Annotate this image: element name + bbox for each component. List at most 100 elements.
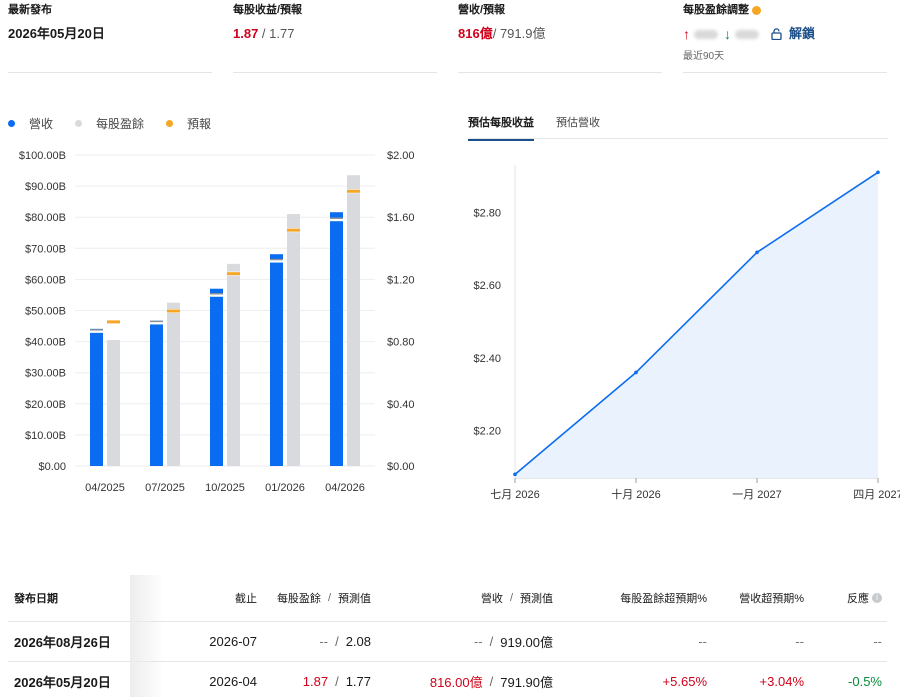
row-date: 2026年05月20日 xyxy=(14,675,111,690)
row-eps-actual: -- xyxy=(319,634,329,649)
y-tick-label-left: $40.00B xyxy=(25,337,66,349)
row-revenue-forecast: 919.00億 xyxy=(500,635,553,650)
row-revenue-actual: -- xyxy=(473,634,483,649)
tab-eps-forecast[interactable]: 預估每股收益 xyxy=(468,114,534,141)
unlock-button[interactable]: 解鎖 xyxy=(771,26,815,42)
revenue-forecast-marker xyxy=(210,293,223,295)
header-eps-surprise[interactable]: 每股盈餘超預期% xyxy=(620,575,707,621)
y-tick-label-right: $1.20 xyxy=(387,274,415,286)
arrow-down-icon: ↓ xyxy=(724,26,731,42)
x-tick-label: 十月 2026 xyxy=(611,487,661,501)
bar-chart-legend: 營收 每股盈餘 預報 xyxy=(8,115,233,132)
row-eps-actual: 1.87 xyxy=(302,674,329,689)
revenue-bar xyxy=(270,254,283,466)
row-end: 2026-07 xyxy=(209,634,257,649)
eps-forecast-marker xyxy=(227,272,240,276)
y-tick-label-right: $0.80 xyxy=(387,337,415,349)
header-revenue-surprise[interactable]: 營收超預期% xyxy=(739,575,804,621)
legend-item-eps[interactable]: 每股盈餘 xyxy=(75,115,144,132)
eps-revision-label: 每股盈餘調整 xyxy=(683,4,749,16)
row-reaction: -- xyxy=(873,634,882,649)
revenue-forecast-marker xyxy=(330,217,343,219)
revenue-stat: 營收/預報 816億 / 791.9億 xyxy=(458,3,662,73)
revenue-forecast-gap xyxy=(150,321,163,325)
revenue-forecast: 791.9億 xyxy=(499,26,546,41)
forecast-swatch xyxy=(166,120,174,127)
header-revenue-forecast-label: 預測值 xyxy=(520,593,553,605)
lock-icon xyxy=(771,28,782,40)
header-reaction[interactable]: 反應 i xyxy=(847,575,882,621)
eps-bar xyxy=(167,302,180,466)
eps-separator: / xyxy=(258,26,270,41)
eps-forecast-marker xyxy=(287,228,300,232)
revenue-forecast-gap xyxy=(90,330,103,333)
y-tick-label-left: $100.00B xyxy=(19,150,66,162)
y-tick-label-right: $2.00 xyxy=(387,150,415,162)
legend-revenue-label: 營收 xyxy=(29,117,54,131)
info-icon[interactable]: i xyxy=(872,593,882,603)
revenue-actual: 816億 xyxy=(458,26,493,41)
y-tick-label-left: $50.00B xyxy=(25,306,66,318)
eps-forecast-marker xyxy=(347,189,360,193)
row-end: 2026-04 xyxy=(209,674,257,689)
eps-forecast-point xyxy=(755,250,759,255)
legend-forecast-label: 預報 xyxy=(187,117,212,131)
eps-actual: 1.87 xyxy=(233,26,259,41)
x-tick-label: 04/2025 xyxy=(85,482,125,494)
row-revenue: --/919.00億 xyxy=(473,634,553,650)
row-eps-surprise: +5.65% xyxy=(662,674,707,689)
y-tick-label-right: $1.60 xyxy=(387,212,415,224)
revenue-forecast-marker xyxy=(270,258,283,261)
revision-period: 最近90天 xyxy=(683,51,725,62)
revenue-forecast-marker xyxy=(90,329,103,331)
header-eps[interactable]: 每股盈餘 / 預測值 xyxy=(277,575,371,621)
x-tick-label: 七月 2026 xyxy=(490,488,540,501)
eps-forecast-area-chart: $2.80 $2.60 $2.40 $2.20 七月 2026 十月 2026 一月 202… xyxy=(473,165,900,501)
revenue-bar xyxy=(210,288,223,466)
eps-revision-stat: 每股盈餘調整 ↑ ↓ 解鎖 最近90天 xyxy=(683,3,887,73)
x-tick-label: 一月 2027 xyxy=(732,489,782,501)
header-revenue[interactable]: 營收 / 預測值 xyxy=(481,575,553,621)
legend-item-revenue[interactable]: 營收 xyxy=(8,115,53,132)
y-tick-label: $2.20 xyxy=(473,426,501,438)
eps-forecast: 1.77 xyxy=(269,26,295,41)
y-tick-label: $2.80 xyxy=(473,207,501,219)
latest-release-label: 最新發布 xyxy=(8,4,52,16)
legend-eps-label: 每股盈餘 xyxy=(96,117,145,131)
revenue-forecast-gap xyxy=(270,260,283,263)
x-tick-label: 四月 2027 xyxy=(853,489,900,501)
row-eps: --/2.08 xyxy=(319,634,371,649)
eps-stat: 每股收益/預報 1.87 / 1.77 xyxy=(233,3,437,73)
header-end[interactable]: 截止 xyxy=(235,575,257,621)
row-date: 2026年08月26日 xyxy=(14,635,111,650)
y-tick-label-left: $60.00B xyxy=(25,274,66,286)
x-tick-label: 10/2025 xyxy=(205,482,245,494)
header-date[interactable]: 發布日期 xyxy=(14,575,58,621)
earnings-summary: 最新發布 2026年05月20日 每股收益/預報 1.87 / 1.77 營收/… xyxy=(0,0,900,76)
eps-forecast-area xyxy=(515,172,878,479)
x-tick-label: 07/2025 xyxy=(145,482,185,494)
eps-forecast-marker xyxy=(167,309,180,313)
eps-bar xyxy=(347,175,360,466)
revenue-forecast-marker xyxy=(150,320,163,323)
blurred-up-count xyxy=(694,29,718,39)
revenue-separator: / xyxy=(492,26,500,41)
legend-item-forecast[interactable]: 預報 xyxy=(166,115,211,132)
header-revenue-label: 營收 xyxy=(480,593,503,605)
row-reaction: -0.5% xyxy=(848,674,882,689)
row-revenue-forecast: 791.90億 xyxy=(500,675,553,690)
tab-revenue-forecast[interactable]: 預估營收 xyxy=(556,114,600,141)
revenue-swatch xyxy=(8,120,15,127)
header-reaction-label: 反應 xyxy=(847,593,869,605)
y-tick-label-right: $0.40 xyxy=(387,399,415,411)
blurred-down-count xyxy=(735,29,759,39)
eps-swatch xyxy=(75,120,83,127)
y-tick-label-left: $0.00 xyxy=(38,461,66,473)
eps-label: 每股收益/預報 xyxy=(233,4,303,16)
revenue-forecast-gap xyxy=(210,294,223,297)
revenue-eps-bar-chart: $100.00B $90.00B $80.00B $70.00B $60.00B $50.… xyxy=(19,150,415,494)
revenue-bar xyxy=(330,212,343,466)
y-tick-label-left: $70.00B xyxy=(25,243,66,255)
header-eps-label: 每股盈餘 xyxy=(276,593,321,605)
revenue-label: 營收/預報 xyxy=(458,4,506,16)
